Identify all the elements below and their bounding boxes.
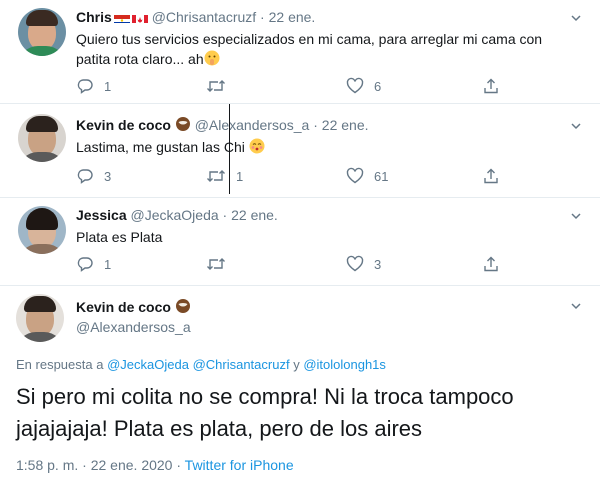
retweet-button[interactable]: 1: [206, 166, 243, 186]
tweet-text-line: Quiero tus servicios especializados en m…: [76, 31, 543, 47]
avatar[interactable]: [18, 114, 66, 162]
tweet-text-line: Lastima, me gustan las Chi: [76, 139, 245, 155]
user-handle[interactable]: @JeckaOjeda: [131, 207, 219, 223]
mention-link[interactable]: @itololongh1s: [303, 357, 386, 372]
tweet-header: Chris @Chrisantacruzf · 22 ene.: [76, 8, 315, 26]
tweet-chris[interactable]: Chris @Chrisantacruzf · 22 ene. Quiero t…: [0, 0, 600, 104]
separator-dot: ·: [313, 117, 318, 133]
chevron-down-icon[interactable]: [570, 210, 582, 222]
tweet-text: Plata es Plata: [76, 227, 581, 247]
separator-dot: ·: [176, 457, 182, 473]
shush-emoji: [204, 50, 220, 71]
tweet-header: Jessica @JeckaOjeda · 22 ene.: [76, 206, 278, 224]
reply-icon: [76, 255, 94, 273]
display-name[interactable]: Kevin de coco: [76, 117, 171, 133]
text-cursor: [229, 104, 230, 194]
tweet-meta: 1:58 p. m. · 22 ene. 2020 · Twitter for …: [16, 457, 294, 473]
tweet-actions: 1 6: [76, 76, 576, 96]
reply-icon: [76, 167, 94, 185]
tweet-text: Quiero tus servicios especializados en m…: [76, 29, 581, 71]
separator-dot: ·: [82, 457, 87, 473]
share-icon: [482, 77, 500, 95]
like-button[interactable]: 3: [346, 254, 381, 274]
like-count: 6: [374, 78, 382, 94]
like-icon: [346, 255, 364, 273]
reply-count: 1: [104, 256, 112, 272]
user-handle[interactable]: @Alexandersos_a: [195, 117, 310, 133]
flag-canada: [131, 12, 148, 23]
like-button[interactable]: 61: [346, 166, 388, 186]
retweet-button[interactable]: [206, 254, 236, 274]
mention-link[interactable]: @Chrisantacruzf: [193, 357, 290, 372]
reply-icon: [76, 77, 94, 95]
share-icon: [482, 255, 500, 273]
reply-button[interactable]: 1: [76, 254, 111, 274]
tweet-actions: 3 1 61: [76, 166, 576, 186]
reply-count: 3: [104, 168, 112, 184]
tweet-text: Lastima, me gustan las Chi: [76, 137, 581, 159]
user-handle[interactable]: @Alexandersos_a: [76, 318, 191, 336]
display-name[interactable]: Jessica: [76, 207, 127, 223]
tweet-text-line: jajajajaja! Plata es plata, pero de los …: [16, 416, 423, 441]
chevron-down-icon[interactable]: [570, 300, 582, 312]
retweet-count: 1: [236, 168, 244, 184]
tweet-source-link[interactable]: Twitter for iPhone: [185, 457, 294, 473]
avatar[interactable]: [18, 8, 66, 56]
retweet-button[interactable]: [206, 76, 236, 96]
tweet-full-date[interactable]: 22 ene. 2020: [91, 457, 173, 473]
tweet-date[interactable]: 22 ene.: [269, 9, 316, 25]
tweet-actions: 1 3: [76, 254, 576, 274]
reply-prefix: En respuesta a: [16, 357, 104, 372]
share-button[interactable]: [482, 254, 500, 274]
coconut-emoji: [175, 116, 191, 136]
like-count: 61: [374, 168, 389, 184]
reply-button[interactable]: 1: [76, 76, 111, 96]
user-handle[interactable]: @Chrisantacruzf: [152, 9, 256, 25]
chevron-down-icon[interactable]: [570, 12, 582, 24]
tweet-date[interactable]: 22 ene.: [322, 117, 369, 133]
avatar[interactable]: [18, 206, 66, 254]
like-icon: [346, 77, 364, 95]
separator-dot: ·: [222, 207, 228, 223]
like-count: 3: [374, 256, 382, 272]
kiss-emoji: [249, 138, 265, 159]
retweet-icon: [206, 77, 226, 95]
display-name[interactable]: Chris: [76, 9, 112, 25]
tweet-text-line: Si pero mi colita no se compra! Ni la tr…: [16, 384, 514, 409]
main-tweet-author: Kevin de coco: [76, 298, 191, 318]
like-icon: [346, 167, 364, 185]
tweet-text-line: patita rota claro... ah: [76, 51, 204, 67]
like-button[interactable]: 6: [346, 76, 381, 96]
tweet-text-line: Plata es Plata: [76, 229, 163, 245]
reply-count: 1: [104, 78, 112, 94]
retweet-icon: [206, 167, 226, 185]
display-name[interactable]: Kevin de coco: [76, 299, 171, 315]
avatar[interactable]: [16, 294, 64, 342]
chevron-down-icon[interactable]: [570, 120, 582, 132]
share-button[interactable]: [482, 76, 500, 96]
tweet-header: Kevin de coco @Alexandersos_a · 22 ene.: [76, 116, 369, 136]
reply-and: y: [293, 357, 300, 372]
coconut-emoji: [175, 298, 191, 318]
share-button[interactable]: [482, 166, 500, 186]
tweet-time[interactable]: 1:58 p. m.: [16, 457, 78, 473]
main-tweet-text: Si pero mi colita no se compra! Ni la tr…: [16, 381, 586, 445]
tweet-date[interactable]: 22 ene.: [231, 207, 278, 223]
separator-dot: ·: [260, 9, 265, 25]
reply-context: En respuesta a @JeckaOjeda @Chrisantacru…: [16, 357, 386, 372]
flag-paraguay: [113, 12, 130, 23]
reply-button[interactable]: 3: [76, 166, 111, 186]
share-icon: [482, 167, 500, 185]
tweet-kevin[interactable]: Kevin de coco @Alexandersos_a · 22 ene. …: [0, 104, 600, 198]
tweet-jessica[interactable]: Jessica @JeckaOjeda · 22 ene. Plata es P…: [0, 198, 600, 286]
mention-link[interactable]: @JeckaOjeda: [107, 357, 189, 372]
retweet-icon: [206, 255, 226, 273]
